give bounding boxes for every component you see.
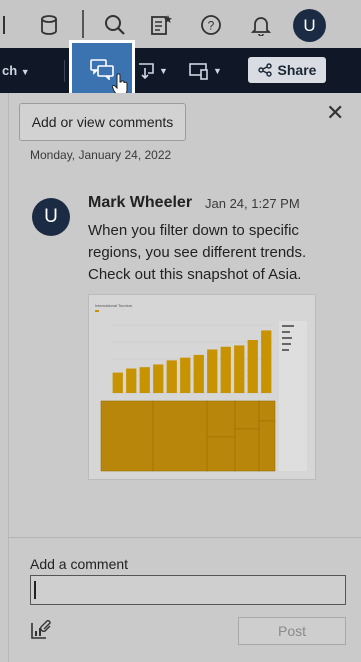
- toolbar-separator: [82, 10, 84, 38]
- comment-text: When you filter down to specific regions…: [88, 222, 307, 283]
- device-preview-button[interactable]: ▼: [188, 59, 222, 83]
- post-button[interactable]: Post: [238, 617, 346, 645]
- top-toolbar: ? U: [0, 0, 361, 49]
- snapshot-bar: [247, 339, 258, 393]
- snapshot-bar: [207, 349, 218, 393]
- snapshot-bar: [153, 364, 164, 393]
- post-label: Post: [277, 623, 306, 639]
- snapshot-treemap-cell: [234, 400, 260, 430]
- snapshot-bar: [112, 372, 123, 393]
- snapshot-treemap: [100, 400, 276, 472]
- share-icon: [257, 63, 272, 77]
- snapshot-title: International Tourism: [95, 303, 133, 308]
- download-menu-button[interactable]: ▼: [136, 59, 168, 83]
- snapshot-thumbnail[interactable]: International Tourism: [88, 294, 316, 480]
- comment-author-avatar: U: [32, 198, 70, 236]
- snapshot-bar: [166, 360, 177, 393]
- snapshot-treemap-cell: [258, 420, 276, 472]
- snapshot-treemap-cell: [206, 400, 236, 438]
- help-icon[interactable]: ?: [198, 12, 224, 38]
- notifications-icon[interactable]: [248, 12, 274, 38]
- comments-tooltip: Add or view comments: [19, 103, 186, 141]
- user-avatar[interactable]: U: [293, 9, 326, 42]
- attach-snapshot-icon[interactable]: [30, 620, 52, 645]
- comment-author: Mark Wheeler: [88, 194, 193, 211]
- database-icon[interactable]: [36, 12, 62, 38]
- snapshot-treemap-cell: [152, 400, 208, 472]
- toolbar-divider: [64, 60, 65, 82]
- comment-input[interactable]: [30, 575, 346, 605]
- switch-menu-text: ch: [2, 63, 18, 78]
- snapshot-bar: [220, 346, 231, 393]
- comment-timestamp: Jan 24, 1:27 PM: [205, 196, 300, 211]
- download-icon: [139, 63, 154, 80]
- snapshot-bar: [139, 367, 150, 393]
- view-toolbar: ch ▼ ▼ ▼ Share: [0, 48, 361, 93]
- chevron-down-icon: ▼: [213, 66, 222, 76]
- snapshot-bar: [193, 354, 204, 393]
- search-icon[interactable]: [102, 12, 128, 38]
- text-caret: [34, 581, 36, 599]
- snapshot-legend-swatch: [95, 310, 99, 312]
- snapshot-image: International Tourism: [89, 295, 315, 479]
- snapshot-bar: [180, 357, 191, 393]
- chevron-down-icon: ▼: [20, 67, 30, 77]
- tooltip-text: Add or view comments: [31, 114, 174, 130]
- share-label: Share: [277, 62, 317, 78]
- device-preview-icon: [189, 63, 208, 80]
- snapshot-treemap-cell: [234, 428, 260, 472]
- snapshot-bar: [261, 330, 272, 393]
- snapshot-bar: [234, 345, 245, 393]
- comment-date-header: Monday, January 24, 2022: [30, 148, 172, 162]
- add-comment-label: Add a comment: [30, 556, 129, 572]
- chevron-down-icon: ▼: [159, 66, 168, 76]
- back-edge-icon: [0, 12, 12, 38]
- favorites-list-icon[interactable]: [148, 12, 174, 38]
- snapshot-treemap-cell: [206, 436, 236, 472]
- switch-menu-label[interactable]: ch ▼: [2, 63, 30, 78]
- snapshot-bar: [126, 368, 137, 393]
- panel-divider: [8, 537, 361, 538]
- share-button[interactable]: Share: [248, 57, 326, 83]
- snapshot-treemap-cell: [258, 400, 276, 422]
- snapshot-treemap-cell: [100, 400, 154, 472]
- close-icon[interactable]: ✕: [326, 100, 344, 126]
- svg-text:?: ?: [208, 19, 215, 33]
